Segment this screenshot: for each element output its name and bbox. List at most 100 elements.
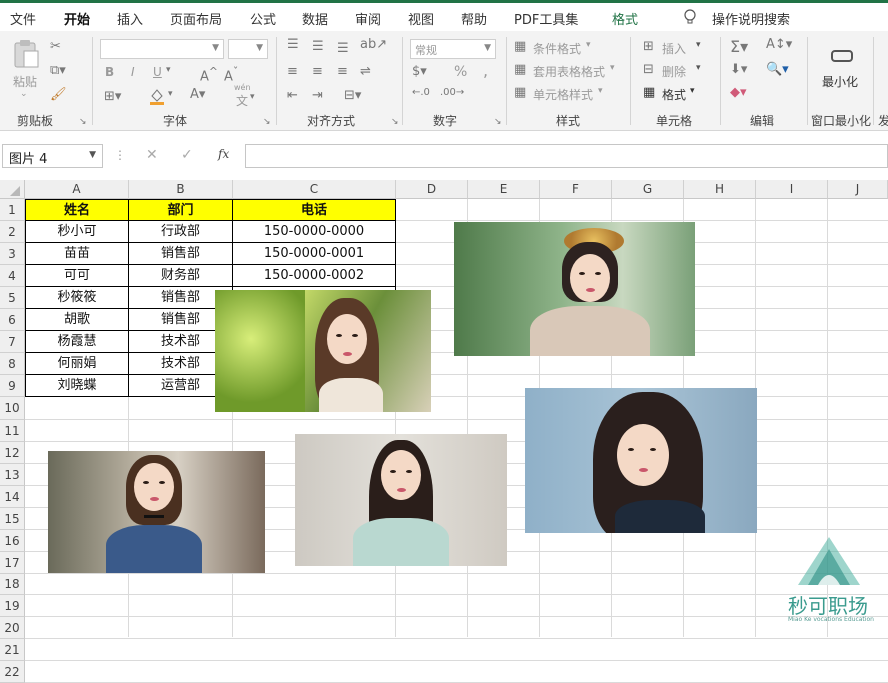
bold-button[interactable]: B: [105, 65, 114, 79]
row-header[interactable]: 6: [0, 309, 25, 331]
table-cell[interactable]: 秒筱筱: [25, 287, 129, 309]
row-header[interactable]: 3: [0, 243, 25, 265]
insert-function-icon[interactable]: fx: [218, 147, 229, 161]
insert-cells-button[interactable]: 插入: [662, 40, 686, 57]
column-header-e[interactable]: E: [468, 180, 540, 199]
phonetic-dropdown-icon[interactable]: ▾: [250, 92, 255, 102]
row-header[interactable]: 18: [0, 574, 25, 595]
row-header[interactable]: 8: [0, 353, 25, 375]
column-header-i[interactable]: I: [756, 180, 828, 199]
autosum-icon[interactable]: Σ▾: [730, 37, 748, 56]
tab-pdf-tools[interactable]: PDF工具集: [514, 9, 578, 28]
tab-review[interactable]: 审阅: [355, 9, 381, 28]
border-icon[interactable]: ⊞▾: [104, 89, 121, 104]
tab-home[interactable]: 开始: [64, 9, 91, 33]
tell-me-search[interactable]: 操作说明搜索: [712, 9, 790, 28]
paste-button[interactable]: 粘贴: [13, 73, 37, 90]
row-header[interactable]: 13: [0, 464, 25, 486]
conditional-format-dropdown-icon[interactable]: ▾: [586, 40, 591, 50]
format-cells-icon[interactable]: ▦: [643, 85, 655, 100]
tab-insert[interactable]: 插入: [117, 9, 143, 28]
header-cell-dept[interactable]: 部门: [129, 199, 233, 221]
column-header-d[interactable]: D: [396, 180, 468, 199]
tab-data[interactable]: 数据: [302, 9, 328, 28]
merge-center-icon[interactable]: ⊟▾: [344, 88, 361, 103]
row-header[interactable]: 14: [0, 486, 25, 508]
delete-cells-dropdown-icon[interactable]: ▾: [696, 63, 701, 73]
comma-button[interactable]: ,: [483, 61, 488, 80]
fill-color-dropdown-icon[interactable]: ▾: [168, 89, 173, 99]
minimize-icon[interactable]: [830, 49, 854, 67]
decrease-indent-icon[interactable]: ⇤: [287, 88, 298, 103]
row-header[interactable]: 15: [0, 508, 25, 530]
delete-cells-icon[interactable]: ⊟: [643, 62, 654, 77]
percent-button[interactable]: %: [454, 64, 467, 80]
format-painter-icon[interactable]: 🖌: [50, 87, 67, 102]
row-header[interactable]: 17: [0, 552, 25, 574]
align-right-icon[interactable]: ≡: [337, 64, 348, 79]
align-center-icon[interactable]: ≡: [312, 64, 323, 79]
row-header[interactable]: 9: [0, 375, 25, 397]
align-middle-icon[interactable]: ☰: [312, 39, 324, 54]
row-header[interactable]: 19: [0, 595, 25, 617]
wrap-text-icon[interactable]: ⇌: [360, 64, 371, 79]
format-cells-dropdown-icon[interactable]: ▾: [690, 86, 695, 96]
number-format-combo[interactable]: 常规 ▼: [410, 39, 496, 59]
increase-indent-icon[interactable]: ⇥: [312, 88, 323, 103]
header-cell-name[interactable]: 姓名: [25, 199, 129, 221]
row-header[interactable]: 1: [0, 199, 25, 221]
formula-input[interactable]: [245, 144, 888, 168]
clear-icon[interactable]: ◆▾: [730, 85, 747, 100]
align-bottom-icon[interactable]: ☰: [337, 41, 349, 56]
sort-filter-icon[interactable]: A↕▾: [766, 37, 792, 52]
photo-portrait-1[interactable]: [215, 290, 431, 412]
table-cell[interactable]: 150-0000-0000: [233, 221, 396, 243]
column-header-b[interactable]: B: [129, 180, 233, 199]
row-header[interactable]: 21: [0, 639, 25, 661]
cell-styles-button[interactable]: 单元格样式: [533, 86, 593, 103]
row-header[interactable]: 11: [0, 420, 25, 442]
table-cell[interactable]: 秒小可: [25, 221, 129, 243]
table-cell[interactable]: 何丽娟: [25, 353, 129, 375]
select-all-corner[interactable]: [0, 180, 25, 199]
fill-color-icon[interactable]: [148, 87, 166, 109]
row-header[interactable]: 2: [0, 221, 25, 243]
align-top-icon[interactable]: ☰: [287, 37, 299, 52]
decrease-decimal-icon[interactable]: .00→: [440, 87, 464, 98]
row-header[interactable]: 5: [0, 287, 25, 309]
tab-page-layout[interactable]: 页面布局: [170, 9, 222, 28]
row-header[interactable]: 10: [0, 397, 25, 420]
header-cell-phone[interactable]: 电话: [233, 199, 396, 221]
format-as-table-icon[interactable]: ▦: [514, 62, 526, 77]
font-grow-icon[interactable]: A^: [200, 65, 218, 84]
column-header-c[interactable]: C: [233, 180, 396, 199]
minimize-button[interactable]: 最小化: [822, 73, 858, 90]
font-shrink-icon[interactable]: Aˇ: [224, 65, 238, 84]
conditional-format-button[interactable]: 条件格式: [533, 40, 581, 57]
copy-icon[interactable]: ⧉▾: [50, 63, 66, 78]
row-header[interactable]: 12: [0, 442, 25, 464]
table-cell[interactable]: 行政部: [129, 221, 233, 243]
insert-cells-dropdown-icon[interactable]: ▾: [696, 40, 701, 50]
clipboard-launcher-icon[interactable]: ↘: [79, 117, 87, 127]
find-select-icon[interactable]: 🔍▾: [766, 62, 789, 77]
table-cell[interactable]: 150-0000-0002: [233, 265, 396, 287]
name-box-dropdown-icon[interactable]: ▼: [89, 150, 96, 160]
table-cell[interactable]: 胡歌: [25, 309, 129, 331]
table-cell[interactable]: 杨霞慧: [25, 331, 129, 353]
alignment-launcher-icon[interactable]: ↘: [391, 117, 399, 127]
phonetic-button[interactable]: 文: [236, 92, 248, 109]
format-as-table-button[interactable]: 套用表格格式: [533, 63, 605, 80]
formula-bar-more-icon[interactable]: ⋮: [114, 148, 126, 162]
format-as-table-dropdown-icon[interactable]: ▾: [610, 63, 615, 73]
table-cell[interactable]: 150-0000-0001: [233, 243, 396, 265]
tab-file[interactable]: 文件: [10, 9, 36, 28]
photo-portrait-5[interactable]: [295, 434, 507, 566]
column-header-h[interactable]: H: [684, 180, 756, 199]
row-header[interactable]: 16: [0, 530, 25, 552]
worksheet-grid[interactable]: A B C D E F G H I J 1 2 3 4 5 6 7 8 9 10 11 12 13 14 1…: [0, 180, 888, 683]
table-cell[interactable]: 刘晓蝶: [25, 375, 129, 397]
tab-formulas[interactable]: 公式: [250, 9, 276, 28]
table-cell[interactable]: 苗苗: [25, 243, 129, 265]
column-header-a[interactable]: A: [25, 180, 129, 199]
